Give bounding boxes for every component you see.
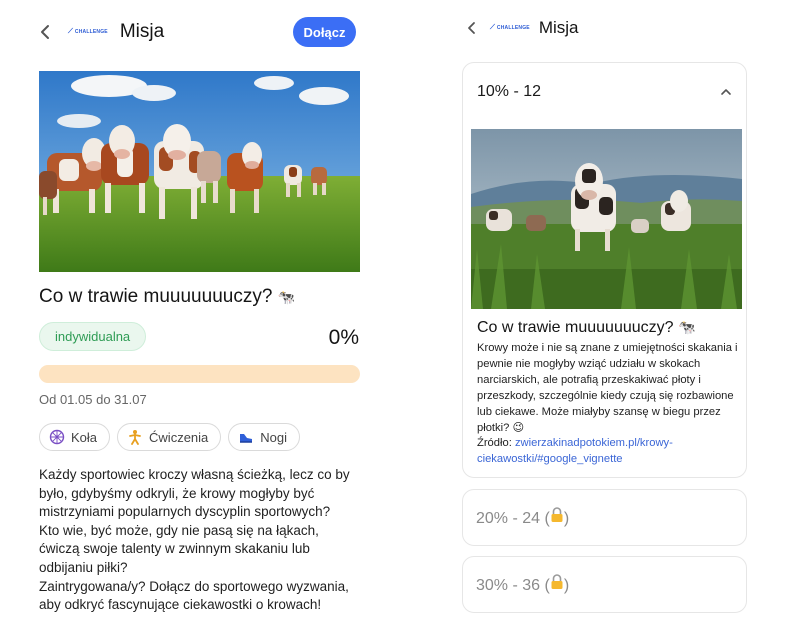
level-card-expanded: 10% - 12 Co w trawie muuuuuuuczy? 🐄 Krow… bbox=[462, 62, 747, 478]
progress-bar bbox=[39, 365, 360, 383]
tag-chip-cwiczenia[interactable]: Ćwiczenia bbox=[117, 423, 222, 451]
level-label-text: 30% - 36 bbox=[476, 577, 541, 594]
tag-chip-nogi[interactable]: Nogi bbox=[228, 423, 301, 451]
description-paragraph: Zaintrygowana/y? Dołącz do sportowego wy… bbox=[39, 578, 349, 613]
tag-list: Koła Ćwiczenia Nogi bbox=[39, 423, 301, 451]
sneaker-icon bbox=[238, 429, 254, 445]
tag-label: Koła bbox=[71, 429, 98, 445]
level-card-header[interactable]: 10% - 12 bbox=[463, 63, 746, 121]
tag-chip-kola[interactable]: Koła bbox=[39, 423, 111, 451]
lock-icon bbox=[550, 507, 564, 523]
level-image bbox=[471, 129, 742, 309]
cow-icon: 🐄 bbox=[678, 319, 696, 335]
description-paragraph: Każdy sportowiec kroczy własną ścieżką, … bbox=[39, 467, 350, 520]
mission-title-text: Co w trawie muuuuuuuczy? bbox=[39, 286, 273, 307]
mission-type-badge: indywidualna bbox=[39, 322, 147, 351]
level-label: 20% - 24 () bbox=[476, 507, 569, 528]
level-title: Co w trawie muuuuuuuczy? 🐄 bbox=[477, 319, 695, 337]
lock-paren-close: ) bbox=[563, 577, 570, 594]
logo-text: CHALLENGE bbox=[74, 29, 108, 35]
join-button[interactable]: Dołącz bbox=[293, 17, 356, 47]
page-title: Misja bbox=[538, 18, 579, 37]
header: ⟋ CHALLENGE Misja bbox=[36, 17, 164, 47]
chevron-left-icon bbox=[467, 22, 475, 34]
chevron-up-icon[interactable] bbox=[720, 88, 732, 96]
cow-icon: 🐄 bbox=[277, 289, 296, 305]
wheel-icon bbox=[49, 429, 65, 445]
back-button[interactable] bbox=[462, 19, 480, 37]
mission-dates: Od 01.05 do 31.07 bbox=[39, 392, 147, 407]
logo-mark-icon: ⟋ bbox=[490, 24, 495, 31]
level-card-locked[interactable]: 30% - 36 () bbox=[462, 556, 747, 613]
lock-icon bbox=[550, 574, 564, 590]
logo-text: CHALLENGE bbox=[496, 25, 530, 31]
mission-description: Każdy sportowiec kroczy własną ścieżką, … bbox=[39, 466, 361, 615]
mission-levels-screen: ⟋ CHALLENGE Misja 10% - 12 Co w trawie m… bbox=[400, 0, 801, 632]
level-card-locked[interactable]: 20% - 24 () bbox=[462, 489, 747, 546]
page-title: Misja bbox=[119, 21, 165, 42]
tag-label: Ćwiczenia bbox=[149, 429, 209, 445]
mission-image bbox=[39, 71, 360, 272]
lock-paren-close: ) bbox=[563, 510, 570, 527]
source-label: Źródło: bbox=[477, 437, 512, 450]
app-logo: ⟋ CHALLENGE bbox=[490, 24, 530, 32]
app-logo: ⟋ CHALLENGE bbox=[68, 28, 108, 36]
level-title-text: Co w trawie muuuuuuuczy? bbox=[477, 319, 674, 336]
level-text-body: Krowy może i nie są znane z umiejętności… bbox=[477, 342, 738, 434]
description-paragraph: Kto wie, być może, gdy nie pasą się na ł… bbox=[39, 522, 319, 575]
logo-mark-icon: ⟋ bbox=[68, 28, 73, 35]
tag-label: Nogi bbox=[260, 429, 288, 445]
back-button[interactable] bbox=[36, 23, 54, 41]
header: ⟋ CHALLENGE Misja bbox=[462, 15, 579, 41]
level-text: Krowy może i nie są znane z umiejętności… bbox=[477, 341, 742, 468]
mission-detail-screen: ⟋ CHALLENGE Misja Dołącz Co w trawie muu… bbox=[0, 0, 400, 632]
level-label-text: 20% - 24 bbox=[476, 510, 541, 527]
chevron-left-icon bbox=[41, 25, 49, 39]
level-label: 10% - 12 bbox=[477, 83, 542, 100]
level-label: 30% - 36 () bbox=[476, 574, 569, 595]
mission-title: Co w trawie muuuuuuuczy? 🐄 bbox=[39, 286, 295, 308]
progress-percent: 0% bbox=[328, 326, 359, 349]
exercise-icon bbox=[127, 429, 143, 445]
